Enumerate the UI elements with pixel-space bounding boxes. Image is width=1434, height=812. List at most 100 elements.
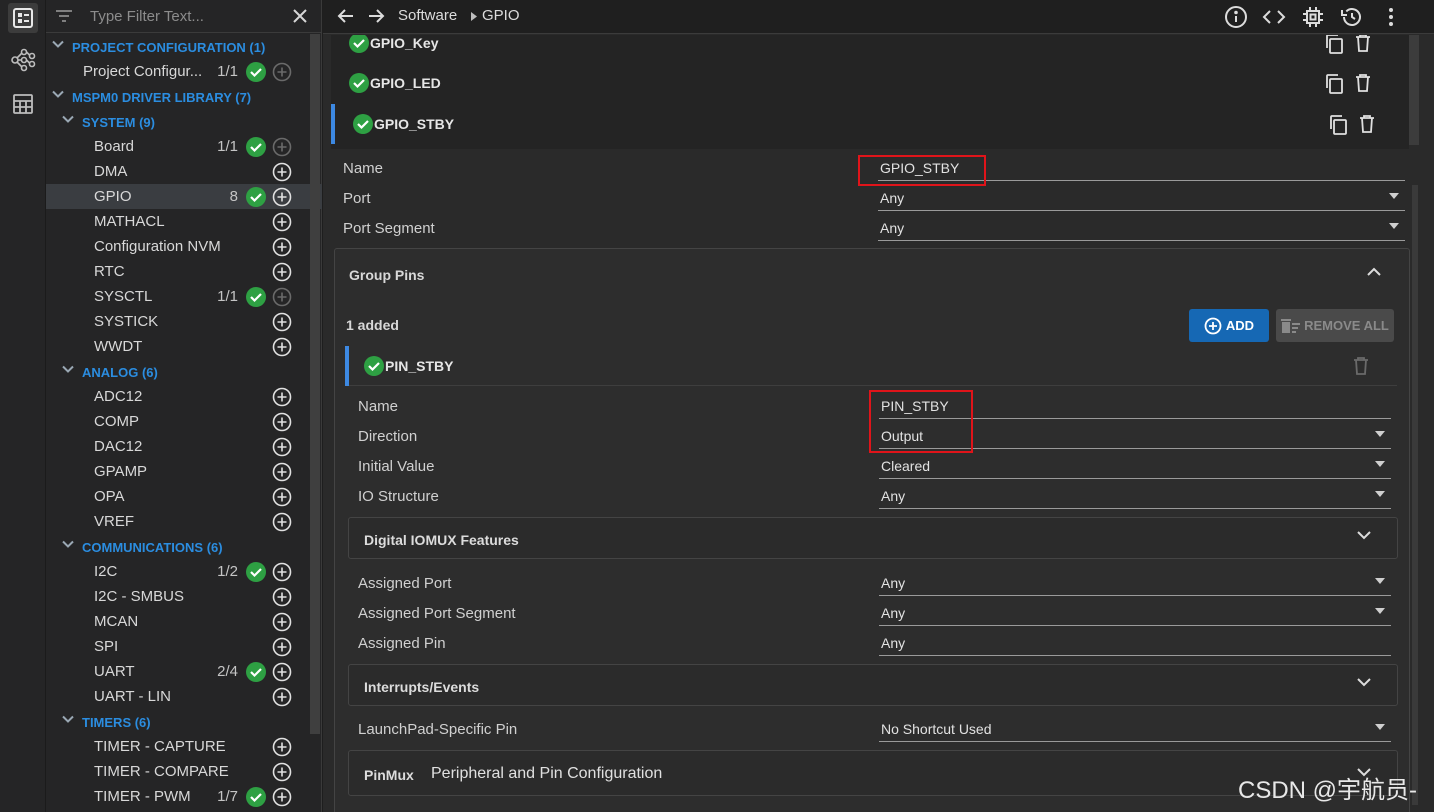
add-circle-icon[interactable] <box>272 512 292 532</box>
chevron-down-icon[interactable] <box>1357 530 1371 540</box>
dropdown-arrow-icon[interactable] <box>1375 578 1385 584</box>
delete-icon[interactable] <box>1355 35 1371 53</box>
tree-category[interactable]: TIMERS (6) <box>46 709 322 734</box>
add-circle-icon[interactable] <box>272 587 292 607</box>
copy-icon[interactable] <box>1324 35 1344 55</box>
add-circle-icon[interactable] <box>272 737 292 757</box>
remove-all-button[interactable]: REMOVE ALL <box>1276 309 1394 342</box>
back-arrow-icon[interactable] <box>337 7 355 25</box>
add-circle-icon[interactable] <box>272 462 292 482</box>
add-circle-icon[interactable] <box>272 337 292 357</box>
copy-icon[interactable] <box>1324 73 1344 95</box>
add-circle-icon[interactable] <box>272 637 292 657</box>
assigned-port-segment-select[interactable]: Assigned Port Segment Any <box>358 600 1391 628</box>
content-scrollbar[interactable] <box>1412 185 1418 805</box>
dropdown-arrow-icon[interactable] <box>1389 193 1399 199</box>
chevron-down-icon[interactable] <box>1357 677 1371 687</box>
tree-item[interactable]: UART - LIN <box>46 684 322 709</box>
tree-category[interactable]: ANALOG (6) <box>46 359 322 384</box>
assigned-pin-field[interactable]: Assigned Pin Any <box>358 630 1391 658</box>
history-icon[interactable] <box>1340 5 1364 29</box>
dropdown-arrow-icon[interactable] <box>1375 491 1385 497</box>
tree-item[interactable]: Board 1/1 <box>46 134 322 159</box>
breadcrumb-software[interactable]: Software <box>398 7 457 24</box>
info-icon[interactable] <box>1224 5 1248 29</box>
initial-value[interactable]: Cleared <box>881 458 930 474</box>
network-view-icon[interactable] <box>8 45 38 75</box>
tree-item[interactable]: COMP <box>46 409 322 434</box>
tree-item[interactable]: TIMER - PWM 1/7 <box>46 784 322 809</box>
chevron-down-icon[interactable] <box>62 540 74 548</box>
add-circle-icon[interactable] <box>272 487 292 507</box>
instance-row[interactable]: GPIO_STBY <box>331 104 1401 144</box>
tree-item[interactable]: MATHACL <box>46 209 322 234</box>
software-view-icon[interactable] <box>8 3 38 33</box>
dropdown-arrow-icon[interactable] <box>1389 223 1399 229</box>
tree-item[interactable]: DMA <box>46 159 322 184</box>
chip-icon[interactable] <box>1301 5 1325 29</box>
tree-category[interactable]: PROJECT CONFIGURATION (1) <box>46 34 322 59</box>
add-circle-icon[interactable] <box>272 662 292 682</box>
interrupts-events-section[interactable]: Interrupts/Events <box>348 664 1398 706</box>
add-circle-icon[interactable] <box>272 387 292 407</box>
add-circle-icon[interactable] <box>272 237 292 257</box>
tree-item[interactable]: RTC <box>46 259 322 284</box>
tree-item[interactable]: Project Configur... 1/1 <box>46 59 322 84</box>
tree-item[interactable]: SYSTICK <box>46 309 322 334</box>
tree-item[interactable]: OPA <box>46 484 322 509</box>
add-circle-icon[interactable] <box>272 162 292 182</box>
chevron-down-icon[interactable] <box>62 365 74 373</box>
add-circle-icon[interactable] <box>272 787 292 807</box>
add-circle-icon[interactable] <box>272 412 292 432</box>
add-circle-icon[interactable] <box>272 212 292 232</box>
tree-item[interactable]: DAC12 <box>46 434 322 459</box>
initial-value-select[interactable]: Initial Value Cleared <box>358 453 1391 481</box>
chevron-down-icon[interactable] <box>52 90 64 98</box>
add-pin-button[interactable]: ADD <box>1189 309 1269 342</box>
tree-item[interactable]: SPI <box>46 634 322 659</box>
tree-item[interactable]: UART 2/4 <box>46 659 322 684</box>
add-circle-icon[interactable] <box>272 687 292 707</box>
sidebar-scrollbar[interactable] <box>310 34 320 734</box>
tree-item[interactable]: GPIO 8 <box>46 184 322 209</box>
instance-row[interactable]: GPIO_Key <box>331 35 1401 63</box>
copy-icon[interactable] <box>1328 114 1348 136</box>
tree-item[interactable]: I2C 1/2 <box>46 559 322 584</box>
tree-item[interactable]: MCAN <box>46 609 322 634</box>
tree-category[interactable]: SYSTEM (9) <box>46 109 322 134</box>
dropdown-arrow-icon[interactable] <box>1375 461 1385 467</box>
port-value[interactable]: Any <box>880 190 904 206</box>
port-segment-value[interactable]: Any <box>880 220 904 236</box>
delete-pin-icon[interactable] <box>1353 356 1369 376</box>
io-structure-select[interactable]: IO Structure Any <box>358 483 1391 511</box>
chevron-down-icon[interactable] <box>52 40 64 48</box>
add-circle-icon[interactable] <box>272 187 292 207</box>
tree-item[interactable]: I2C - SMBUS <box>46 584 322 609</box>
launchpad-pin-select[interactable]: LaunchPad-Specific Pin No Shortcut Used <box>358 716 1391 744</box>
add-circle-icon[interactable] <box>272 562 292 582</box>
code-view-icon[interactable] <box>1262 5 1286 29</box>
instance-row[interactable]: GPIO_LED <box>331 63 1401 103</box>
forward-arrow-icon[interactable] <box>367 7 385 25</box>
dropdown-arrow-icon[interactable] <box>1375 431 1385 437</box>
assigned-port-select[interactable]: Assigned Port Any <box>358 570 1391 598</box>
chevron-up-icon[interactable] <box>1367 267 1381 277</box>
pin-row[interactable]: PIN_STBY <box>345 346 1397 386</box>
tree-item[interactable]: Configuration NVM <box>46 234 322 259</box>
more-options-icon[interactable] <box>1379 5 1403 29</box>
tree-item[interactable]: SYSCTL 1/1 <box>46 284 322 309</box>
io-structure-value[interactable]: Any <box>881 488 905 504</box>
tree-item[interactable]: WWDT <box>46 334 322 359</box>
tree-item[interactable]: ADC12 <box>46 384 322 409</box>
add-circle-icon[interactable] <box>272 262 292 282</box>
dropdown-arrow-icon[interactable] <box>1375 724 1385 730</box>
add-circle-icon[interactable] <box>272 312 292 332</box>
table-view-icon[interactable] <box>8 89 38 119</box>
port-segment-select[interactable]: Port Segment Any <box>343 215 1405 243</box>
instance-list-scrollbar[interactable] <box>1409 35 1419 145</box>
dropdown-arrow-icon[interactable] <box>1375 608 1385 614</box>
add-circle-icon[interactable] <box>272 762 292 782</box>
tree-item[interactable]: VREF <box>46 509 322 534</box>
delete-icon[interactable] <box>1359 114 1375 134</box>
port-select[interactable]: Port Any <box>343 185 1405 213</box>
